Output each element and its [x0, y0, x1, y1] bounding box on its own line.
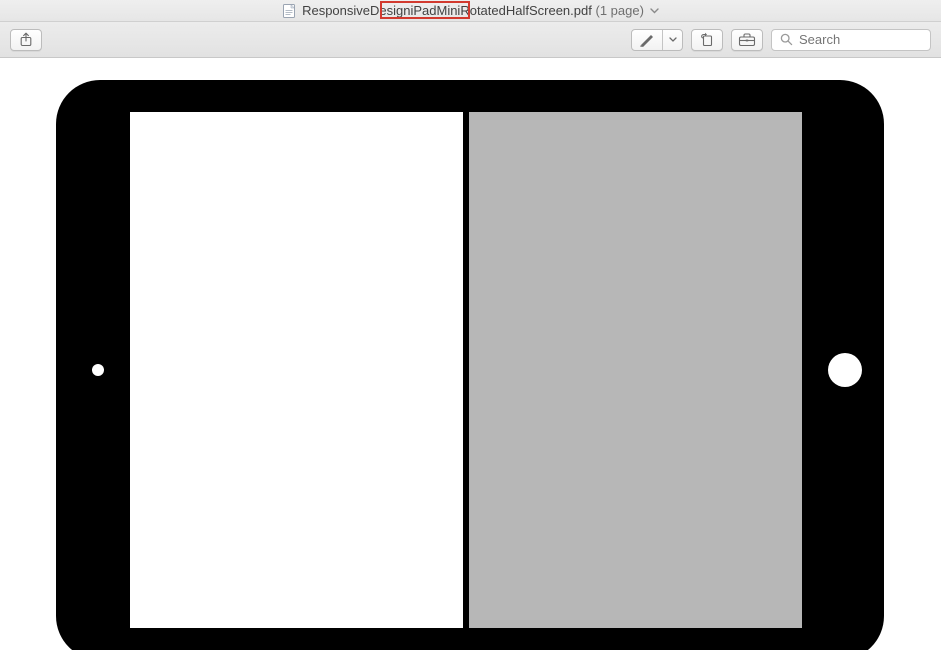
ipad-home-button	[828, 353, 862, 387]
document-icon	[282, 4, 296, 18]
split-pane-right	[469, 112, 802, 628]
search-icon	[780, 33, 793, 46]
share-icon	[19, 32, 33, 47]
toolbox-icon	[738, 33, 756, 47]
share-button[interactable]	[10, 29, 42, 51]
markup-segmented-control[interactable]	[631, 29, 683, 51]
ipad-screen	[130, 112, 802, 628]
title-dropdown[interactable]: ResponsiveDesigniPadMiniRotatedHalfScree…	[282, 3, 659, 18]
window-page-info: (1 page)	[595, 3, 643, 18]
document-viewport[interactable]	[0, 58, 941, 650]
inspector-button[interactable]	[731, 29, 763, 51]
pencil-icon	[639, 33, 655, 47]
chevron-down-icon	[669, 37, 677, 43]
search-field[interactable]	[771, 29, 931, 51]
rotate-button[interactable]	[691, 29, 723, 51]
window-titlebar: ResponsiveDesigniPadMiniRotatedHalfScree…	[0, 0, 941, 22]
markup-dropdown[interactable]	[662, 30, 682, 50]
toolbar	[0, 22, 941, 58]
window-filename: ResponsiveDesigniPadMiniRotatedHalfScree…	[302, 3, 592, 18]
markup-button[interactable]	[632, 30, 662, 50]
split-pane-left	[130, 112, 463, 628]
chevron-down-icon	[650, 8, 659, 14]
rotate-icon	[699, 32, 715, 47]
ipad-device-illustration	[56, 80, 884, 650]
search-input[interactable]	[799, 32, 941, 47]
ipad-camera-dot	[92, 364, 104, 376]
